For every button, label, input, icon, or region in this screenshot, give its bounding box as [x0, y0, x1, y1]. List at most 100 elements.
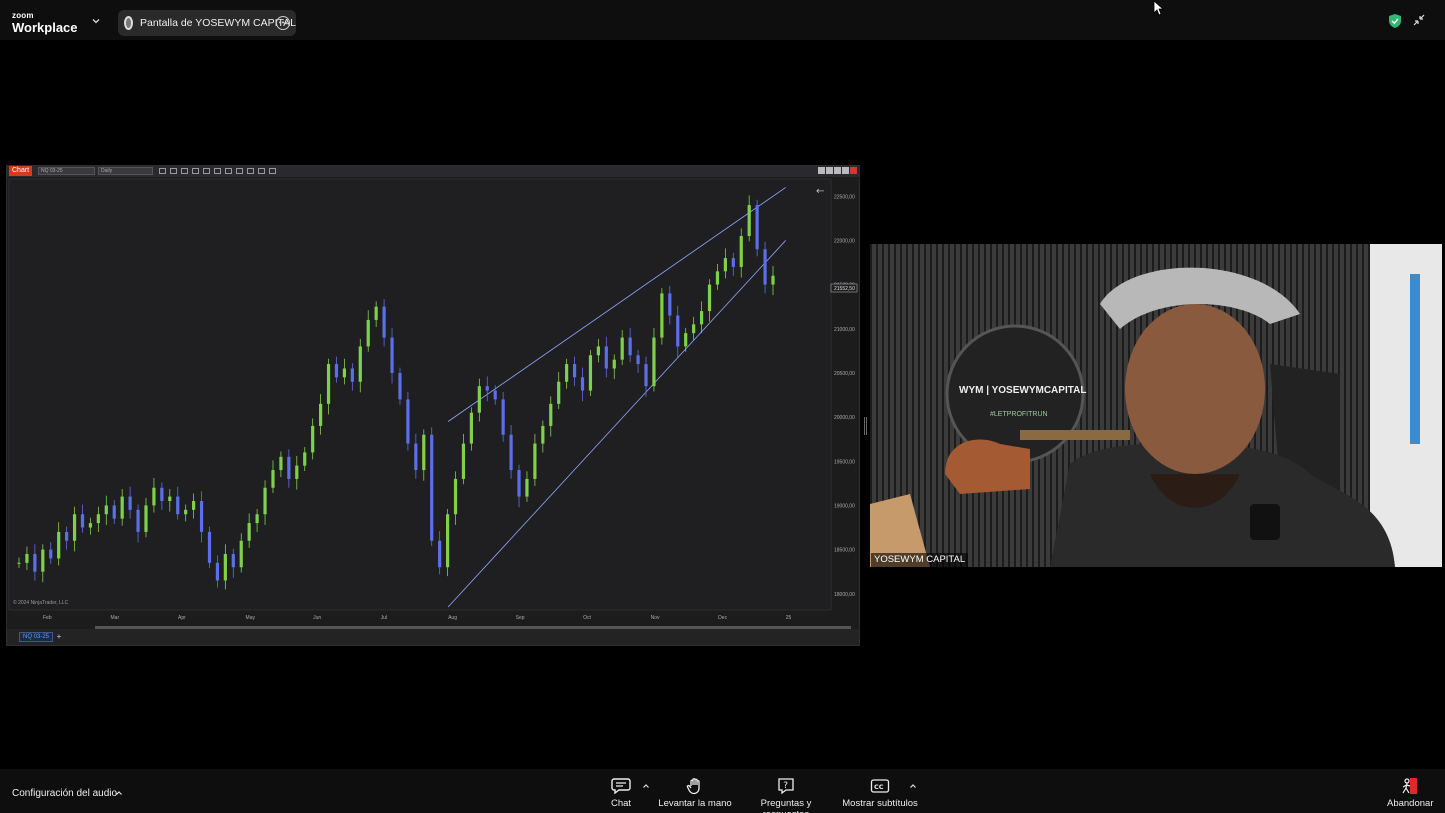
svg-text:CC: CC: [874, 783, 884, 791]
candle-body: [692, 324, 696, 334]
price-chart[interactable]: 22500,0022000,0021500,0021000,0020500,00…: [7, 177, 859, 629]
candle-body: [644, 364, 648, 387]
logo-workplace-text: Workplace: [12, 20, 78, 35]
candle-body: [596, 346, 600, 356]
captions-label: Mostrar subtítulos: [842, 798, 918, 809]
candle-body: [430, 434, 434, 541]
tile2-icon[interactable]: [826, 167, 833, 174]
chevron-up-icon[interactable]: [909, 782, 917, 790]
pointer-icon[interactable]: [203, 168, 210, 174]
minimize-icon[interactable]: [834, 167, 841, 174]
tab-nq-03-25[interactable]: NQ 03-25: [19, 632, 54, 642]
y-tick-label: 22500,00: [834, 194, 855, 200]
candle-body: [215, 562, 220, 581]
candle-body: [422, 434, 426, 471]
splitter-handle[interactable]: [864, 417, 867, 435]
shield-check-icon[interactable]: [1388, 13, 1402, 29]
instrument-select[interactable]: NQ 03-25: [38, 167, 95, 175]
chevron-up-icon[interactable]: [115, 789, 123, 797]
zoom-in-icon[interactable]: [181, 168, 188, 174]
presenter-avatar: [124, 16, 133, 30]
indicators-icon[interactable]: [247, 168, 254, 174]
plot-area: [8, 178, 832, 611]
candle-body: [620, 337, 624, 360]
y-tick-label: 19500,00: [834, 459, 855, 465]
chevron-up-icon[interactable]: [642, 782, 650, 790]
candle-body: [406, 399, 410, 444]
candle-body: [128, 496, 132, 510]
candle-body: [398, 372, 402, 400]
svg-text:?: ?: [783, 781, 788, 791]
candle-body: [120, 496, 124, 519]
interval-select[interactable]: Daily: [98, 167, 153, 175]
leave-button[interactable]: Abandonar: [1387, 777, 1433, 809]
mouse-cursor-icon: [1153, 0, 1165, 16]
zoom-out-icon[interactable]: [192, 168, 199, 174]
candle-body: [763, 249, 767, 285]
candle-body: [192, 501, 196, 510]
candle-body: [41, 549, 45, 572]
top-bar: zoom Workplace Pantalla de YOSEWYM CAPIT…: [0, 0, 1445, 40]
ellipsis-icon[interactable]: •••: [276, 16, 290, 30]
candle-body: [263, 487, 267, 515]
captions-button[interactable]: CC Mostrar subtítulos: [840, 777, 920, 809]
candle-body: [382, 306, 386, 338]
candle-body: [319, 403, 323, 426]
candle-body: [684, 333, 688, 347]
pencil-icon[interactable]: [170, 168, 177, 174]
candle-body: [231, 554, 235, 568]
properties-icon[interactable]: [225, 168, 232, 174]
bars-type-icon[interactable]: [159, 168, 166, 174]
chart-tag[interactable]: Chart: [9, 166, 33, 176]
candle-body: [755, 205, 759, 250]
participant-video[interactable]: WYM | YOSEWYMCAPITAL #LETPROFITRUN: [870, 244, 1442, 567]
candle-body: [374, 306, 378, 320]
raise-hand-button[interactable]: Levantar la mano: [658, 777, 732, 809]
close-icon[interactable]: [850, 167, 857, 174]
candle-body: [311, 425, 315, 453]
chat-button[interactable]: Chat: [600, 777, 642, 809]
y-tick-label: 19000,00: [834, 503, 855, 509]
chevron-down-icon[interactable]: [91, 16, 101, 26]
chart-window: Chart NQ 03-25 Daily 22500,00 22000,00 2…: [6, 165, 860, 646]
bright-window: [1370, 244, 1442, 567]
back-arrow-icon[interactable]: ←: [816, 186, 824, 197]
meeting-controls-bar: Configuración del audio Chat Levantar la…: [0, 769, 1445, 813]
list-icon[interactable]: [269, 168, 276, 174]
candle-body: [184, 509, 188, 515]
y-tick-label: 20500,00: [834, 371, 855, 377]
candle-body: [541, 425, 545, 444]
tile-icon[interactable]: [818, 167, 825, 174]
candle-body: [160, 487, 164, 501]
templates-icon[interactable]: [258, 168, 265, 174]
x-tick-label: Jul: [381, 615, 387, 621]
candle-body: [287, 456, 291, 479]
logo-zoom-text: zoom: [12, 11, 34, 20]
screen-share-indicator[interactable]: Pantalla de YOSEWYM CAPITAL •••: [118, 10, 296, 36]
candle-body: [699, 311, 704, 325]
candle-body: [414, 443, 418, 471]
strategy-icon[interactable]: [236, 168, 243, 174]
raise-hand-label: Levantar la mano: [658, 798, 732, 809]
candle-body: [255, 514, 259, 524]
audio-settings-button[interactable]: Configuración del audio: [12, 788, 117, 799]
candle-body: [715, 271, 720, 285]
candle-body: [723, 258, 727, 272]
maximize-icon[interactable]: [842, 167, 849, 174]
add-tab-button[interactable]: +: [54, 632, 64, 642]
candle-body: [168, 496, 172, 501]
exit-fullscreen-icon[interactable]: [1413, 14, 1425, 26]
x-tick-label: Sep: [516, 615, 525, 621]
candle-body: [517, 470, 521, 497]
candle-body: [279, 456, 283, 471]
x-tick-label: Aug: [448, 615, 457, 621]
x-tick-label: Dec: [718, 615, 727, 621]
candle-body: [247, 523, 251, 541]
question-icon: ?: [778, 778, 794, 795]
candle-body: [565, 364, 569, 382]
data-box-icon[interactable]: [214, 168, 221, 174]
qa-button[interactable]: ? Preguntas y respuestas: [738, 777, 834, 813]
candle-body: [271, 470, 275, 488]
candle-body: [477, 386, 481, 413]
candle-body: [747, 205, 751, 236]
